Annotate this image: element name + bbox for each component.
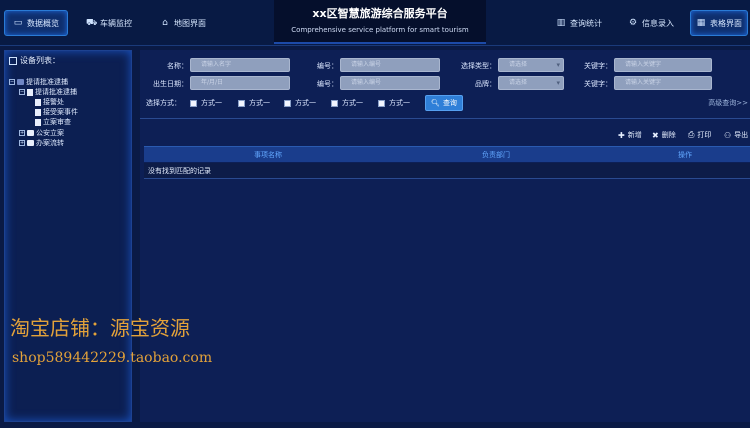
print-button[interactable]: ⎙ 打印 bbox=[688, 130, 711, 140]
table-icon: ▦ bbox=[696, 18, 706, 28]
name-label: 名称： bbox=[167, 62, 188, 70]
nav-label: 地图界面 bbox=[174, 18, 206, 28]
name-input[interactable]: 请输入名字 bbox=[190, 58, 290, 72]
document-icon bbox=[35, 98, 41, 106]
nav-label: 信息录入 bbox=[642, 18, 674, 28]
mode-checkbox[interactable]: 方式一 bbox=[378, 96, 410, 110]
search-icon: 🔍︎ bbox=[431, 99, 440, 107]
delete-button[interactable]: ✖ 删除 bbox=[652, 130, 676, 140]
document-icon bbox=[27, 88, 33, 96]
tree-node[interactable]: + 公安立案 bbox=[19, 128, 64, 138]
tree-node[interactable]: + 办案流转 bbox=[19, 138, 64, 148]
collapse-icon[interactable]: − bbox=[9, 79, 15, 85]
brand-label: 品牌： bbox=[475, 80, 496, 88]
nav-query-stats[interactable]: ▥ 查询统计 bbox=[556, 10, 602, 36]
list-icon bbox=[9, 56, 17, 65]
checkbox-icon[interactable] bbox=[238, 99, 245, 107]
form-row-1: 名称： 请输入名字 编号： 请输入编号 选择类型： 请选择 关键字： 请输入关键… bbox=[140, 58, 750, 74]
checkbox-icon[interactable] bbox=[190, 99, 197, 107]
tree-node[interactable]: − 提请批准逮捕 bbox=[9, 77, 68, 87]
type-label: 选择类型： bbox=[461, 62, 496, 70]
search-button[interactable]: 🔍︎ 查询 bbox=[425, 95, 463, 111]
folder-icon bbox=[27, 140, 34, 146]
choose-mode-label: 选择方式： bbox=[146, 99, 181, 107]
code-label: 编号： bbox=[317, 80, 338, 88]
column-header[interactable]: 负责部门 bbox=[482, 147, 510, 163]
nav-label: 表格界面 bbox=[710, 18, 742, 28]
expand-icon[interactable]: + bbox=[19, 140, 25, 146]
watermark-shop-url: shop589442229.taobao.com bbox=[12, 350, 213, 366]
nav-data-overview[interactable]: ▭ 数据概览 bbox=[4, 10, 68, 36]
nav-info-entry[interactable]: ⚙ 信息录入 bbox=[628, 10, 674, 36]
nav-label: 车辆监控 bbox=[100, 18, 132, 28]
bar-chart-icon: ▥ bbox=[556, 18, 566, 28]
app-window: ▭ 数据概览 ⛟ 车辆监控 ⌂ 地图界面 xx区智慧旅游综合服务平台 Compr… bbox=[0, 0, 750, 428]
expand-icon[interactable]: + bbox=[19, 130, 25, 136]
tree-node[interactable]: 接警处 bbox=[35, 97, 64, 107]
type-select[interactable]: 请选择 bbox=[498, 58, 564, 72]
table-empty-row: 没有找到匹配的记录 bbox=[144, 163, 750, 179]
collapse-icon[interactable]: − bbox=[19, 89, 25, 95]
tree-node[interactable]: 接受案事件 bbox=[35, 107, 78, 117]
close-icon: ✖ bbox=[652, 130, 659, 140]
nav-vehicle-monitor[interactable]: ⛟ 车辆监控 bbox=[86, 10, 132, 36]
printer-icon: ⎙ bbox=[688, 130, 695, 139]
tree-node[interactable]: 立案审查 bbox=[35, 117, 71, 127]
mode-checkbox[interactable]: 方式一 bbox=[190, 96, 222, 110]
column-header[interactable]: 操作 bbox=[678, 147, 692, 163]
top-header: ▭ 数据概览 ⛟ 车辆监控 ⌂ 地图界面 xx区智慧旅游综合服务平台 Compr… bbox=[0, 0, 750, 46]
add-button[interactable]: ✚ 新增 bbox=[618, 130, 642, 140]
document-icon bbox=[35, 108, 41, 116]
title-box: xx区智慧旅游综合服务平台 Comprehensive service plat… bbox=[274, 0, 486, 44]
folder-icon bbox=[17, 79, 24, 85]
checkbox-icon[interactable] bbox=[284, 99, 291, 107]
mode-checkbox[interactable]: 方式一 bbox=[284, 96, 316, 110]
main-panel: 名称： 请输入名字 编号： 请输入编号 选择类型： 请选择 关键字： 请输入关键… bbox=[140, 50, 750, 422]
page-subtitle: Comprehensive service platform for smart… bbox=[291, 26, 469, 34]
code-label: 编号： bbox=[317, 62, 338, 70]
sidebar-title: 设备列表： bbox=[9, 55, 60, 66]
truck-icon: ⛟ bbox=[86, 18, 98, 28]
device-list-panel: 设备列表： − 提请批准逮捕 − 提请批准逮捕 接警处 接受案事件 立案审查 +… bbox=[4, 50, 132, 422]
keyword-input[interactable]: 请输入关键字 bbox=[614, 58, 712, 72]
watermark-shop-name: 淘宝店铺：源宝资源 bbox=[10, 316, 190, 340]
birthdate-label: 出生日期： bbox=[153, 80, 188, 88]
gear-icon: ⚙ bbox=[628, 18, 638, 28]
advanced-query-link[interactable]: 高级查询>> bbox=[708, 98, 748, 108]
page-title: xx区智慧旅游综合服务平台 bbox=[312, 7, 448, 20]
code-input[interactable]: 请输入编号 bbox=[340, 58, 440, 72]
column-header[interactable]: 事项名称 bbox=[254, 147, 282, 163]
nav-table-view[interactable]: ▦ 表格界面 bbox=[690, 10, 748, 36]
folder-icon bbox=[27, 130, 34, 136]
keyword-label: 关键字： bbox=[584, 80, 612, 88]
export-button[interactable]: ⚇ 导出 bbox=[724, 130, 748, 140]
keyword-label: 关键字： bbox=[584, 62, 612, 70]
plus-icon: ✚ bbox=[618, 130, 625, 140]
monitor-icon: ▭ bbox=[13, 18, 23, 28]
mode-checkbox[interactable]: 方式一 bbox=[331, 96, 363, 110]
brand-select[interactable]: 请选择 bbox=[498, 76, 564, 90]
checkbox-icon[interactable] bbox=[378, 99, 385, 107]
keyword-input-2[interactable]: 请输入关键字 bbox=[614, 76, 712, 90]
user-icon: ⚇ bbox=[724, 130, 732, 140]
mode-checkbox[interactable]: 方式一 bbox=[238, 96, 270, 110]
nav-label: 数据概览 bbox=[27, 18, 59, 28]
nav-map-view[interactable]: ⌂ 地图界面 bbox=[160, 10, 206, 36]
document-icon bbox=[35, 118, 41, 126]
code-input-2[interactable]: 请输入编号 bbox=[340, 76, 440, 90]
divider bbox=[140, 118, 750, 119]
table-header: 事项名称 负责部门 操作 bbox=[144, 146, 750, 162]
checkbox-icon[interactable] bbox=[331, 99, 338, 107]
nav-label: 查询统计 bbox=[570, 18, 602, 28]
home-icon: ⌂ bbox=[162, 18, 168, 28]
tree-node[interactable]: − 提请批准逮捕 bbox=[19, 87, 77, 97]
birthdate-input[interactable]: 年/月/日 bbox=[190, 76, 290, 90]
form-row-2: 出生日期： 年/月/日 编号： 请输入编号 品牌： 请选择 关键字： 请输入关键… bbox=[140, 76, 750, 92]
